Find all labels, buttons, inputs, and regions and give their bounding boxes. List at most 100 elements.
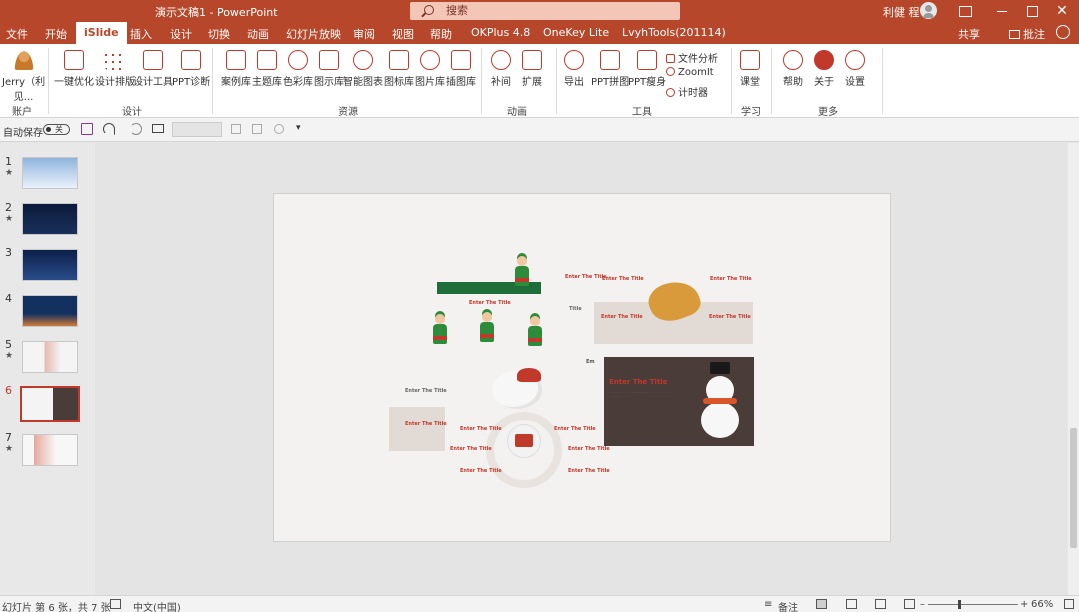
image-icon xyxy=(420,50,440,70)
elf-illustration xyxy=(527,316,543,346)
color-library-button[interactable]: 色彩库 xyxy=(283,50,313,88)
slide-number: 4 xyxy=(5,292,12,305)
slide-thumbnail-1[interactable] xyxy=(22,157,78,189)
timer-button[interactable]: 计时器 xyxy=(666,84,708,99)
ppt-diagnose-button[interactable]: PPT诊断 xyxy=(172,50,210,88)
undo-icon[interactable] xyxy=(103,123,115,135)
tab-design[interactable]: 设计 xyxy=(170,26,192,42)
slide-thumbnail-6-selected[interactable] xyxy=(18,384,82,424)
fit-slide-icon[interactable] xyxy=(1064,599,1074,609)
tab-animations[interactable]: 动画 xyxy=(247,26,269,42)
notes-button[interactable]: 备注 xyxy=(778,599,798,612)
user-name[interactable]: 利健 程 xyxy=(883,4,920,20)
slideshow-icon[interactable] xyxy=(904,599,915,609)
classroom-button[interactable]: 课堂 xyxy=(740,50,760,88)
about-button[interactable]: 关于 xyxy=(814,50,834,88)
comment-button[interactable]: 批注 xyxy=(1009,26,1045,42)
slide-heading: Enter The Title xyxy=(601,314,643,320)
tab-slideshow[interactable]: 幻灯片放映 xyxy=(286,26,341,42)
animation-star-icon: ★ xyxy=(5,168,14,178)
image-library-button[interactable]: 图片库 xyxy=(415,50,445,88)
zoom-in-icon[interactable]: + xyxy=(1020,599,1028,610)
share-button[interactable]: 共享 xyxy=(958,26,980,42)
slide-sorter-icon[interactable] xyxy=(846,599,857,609)
info-icon xyxy=(814,50,834,70)
one-click-optimize-button[interactable]: 一键优化 xyxy=(54,50,94,88)
theme-library-button[interactable]: 主题库 xyxy=(252,50,282,88)
diagram-icon xyxy=(319,50,339,70)
user-avatar-icon xyxy=(13,50,34,70)
settings-button[interactable]: 设置 xyxy=(845,50,865,88)
design-tools-button[interactable]: 设计工具 xyxy=(133,50,173,88)
zoom-icon xyxy=(666,67,675,76)
slide-thumbnail-5[interactable] xyxy=(22,341,78,373)
tab-lvyhtools[interactable]: LvyhTools(201114) xyxy=(622,26,726,39)
feedback-smiley-icon[interactable] xyxy=(1056,25,1070,39)
arrange-icon[interactable] xyxy=(252,124,262,134)
account-button[interactable]: Jerry（利 见... xyxy=(2,50,45,103)
vertical-scrollbar[interactable] xyxy=(1068,143,1079,595)
tween-button[interactable]: 补间 xyxy=(491,50,511,88)
redo-icon[interactable] xyxy=(130,123,142,135)
zoom-level[interactable]: 66% xyxy=(1031,599,1053,610)
tab-islide[interactable]: iSlide xyxy=(76,22,127,44)
slide-thumbnail-7[interactable] xyxy=(22,434,78,466)
search-box[interactable]: 搜索 xyxy=(410,2,680,20)
smart-chart-button[interactable]: 智能图表 xyxy=(343,50,383,88)
tab-onekey[interactable]: OneKey Lite xyxy=(543,26,609,39)
group-label-tools: 工具 xyxy=(632,107,652,118)
slide-thumbnail-3[interactable] xyxy=(22,249,78,281)
case-library-button[interactable]: 案例库 xyxy=(221,50,251,88)
ppt-slim-button[interactable]: PPT瘦身 xyxy=(628,50,666,88)
language-status[interactable]: 中文(中国) xyxy=(133,599,181,612)
tab-okplus[interactable]: OKPlus 4.8 xyxy=(471,26,530,39)
icon-library-button[interactable]: 图标库 xyxy=(384,50,414,88)
slide-heading: Enter The Title xyxy=(469,300,511,306)
accessibility-icon[interactable] xyxy=(110,599,121,609)
slide-thumbnail-2[interactable] xyxy=(22,203,78,235)
star-icon xyxy=(522,50,542,70)
maximize-icon[interactable] xyxy=(1024,3,1040,19)
minimize-icon[interactable] xyxy=(995,3,1011,19)
slide-big-heading: Enter The Title xyxy=(609,378,668,386)
group-icon[interactable] xyxy=(231,124,241,134)
illustration-library-button[interactable]: 插图库 xyxy=(446,50,476,88)
autosave-toggle[interactable]: 关 xyxy=(43,124,70,135)
slide-thumbnail-4[interactable] xyxy=(22,295,78,327)
slide-heading: Enter The Title xyxy=(710,276,752,282)
slide-heading: Enter The Title xyxy=(405,421,447,427)
export-button[interactable]: 导出 xyxy=(564,50,584,88)
normal-view-icon[interactable] xyxy=(816,599,827,609)
tab-review[interactable]: 审阅 xyxy=(353,26,375,42)
optimize-icon xyxy=(64,50,84,70)
zoom-slider[interactable] xyxy=(928,604,1018,605)
scrollbar-thumb[interactable] xyxy=(1070,428,1077,548)
tab-home[interactable]: 开始 xyxy=(45,26,67,42)
close-icon[interactable]: ✕ xyxy=(1054,3,1070,19)
zoomit-button[interactable]: ZoomIt xyxy=(666,67,714,78)
tab-file[interactable]: 文件 xyxy=(6,26,28,42)
zoom-slider-handle[interactable] xyxy=(958,600,961,609)
save-icon[interactable] xyxy=(81,123,93,135)
avatar[interactable] xyxy=(920,2,937,19)
tab-view[interactable]: 视图 xyxy=(392,26,414,42)
diagram-library-button[interactable]: 图示库 xyxy=(314,50,344,88)
tab-transitions[interactable]: 切换 xyxy=(208,26,230,42)
help-button[interactable]: 帮助 xyxy=(783,50,803,88)
zoom-out-icon[interactable]: – xyxy=(920,599,925,610)
tab-insert[interactable]: 插入 xyxy=(130,26,152,42)
extend-button[interactable]: 扩展 xyxy=(522,50,542,88)
present-icon[interactable] xyxy=(152,124,164,133)
ppt-collage-button[interactable]: PPT拼图 xyxy=(591,50,629,88)
design-layout-button[interactable]: 设计排版 xyxy=(95,50,135,88)
elf-illustration xyxy=(514,256,530,286)
format-painter-icon[interactable] xyxy=(274,124,284,134)
slide-heading: Enter The Title xyxy=(565,274,607,280)
reading-view-icon[interactable] xyxy=(875,599,886,609)
font-size-combo[interactable] xyxy=(172,122,222,137)
file-analysis-button[interactable]: 文件分析 xyxy=(666,50,718,65)
slide-canvas[interactable]: Enter The Title Enter The Title Enter Th… xyxy=(274,194,890,541)
tab-help[interactable]: 帮助 xyxy=(430,26,452,42)
ribbon-display-options-icon[interactable] xyxy=(957,3,973,19)
customize-qat-icon[interactable]: ▾ xyxy=(296,123,301,133)
